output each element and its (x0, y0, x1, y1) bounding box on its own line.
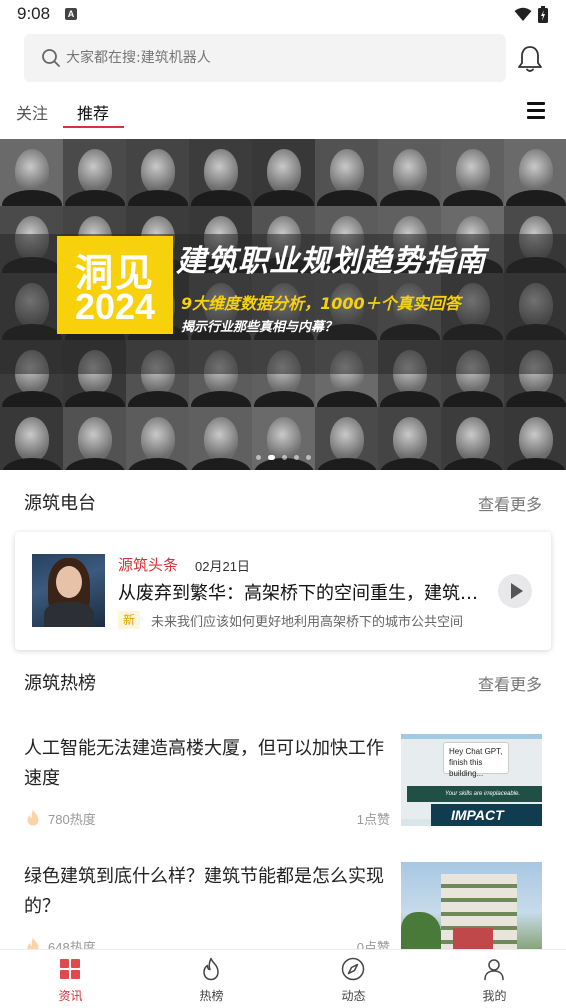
search-input[interactable] (66, 34, 486, 82)
radio-section-header: 源筑电台 查看更多 (0, 489, 566, 519)
banner-logo-year: 2024 (74, 286, 156, 327)
article-title: 人工智能无法建造高楼大厦，但可以加快工作速度 (24, 738, 384, 789)
pagination-dot[interactable] (305, 455, 311, 460)
radio-description: 未来我们应该如何更好地利用高架桥下的城市公共空间 (151, 615, 464, 630)
portrait-tile (126, 139, 189, 206)
battery-icon (538, 6, 548, 23)
banner-tagline: 揭示行业那些真相与内幕？ (181, 320, 338, 335)
article-heat: 780热度 (48, 812, 96, 827)
portrait-tile (189, 139, 252, 206)
article-thumbnail (401, 862, 542, 954)
article-item[interactable]: 绿色建筑到底什么样？建筑节能都是怎么实现的？ 648热度 0点赞 (0, 862, 566, 962)
nav-item-profile[interactable]: 我的 (424, 950, 565, 1008)
news-grid-icon (60, 959, 80, 979)
section-title: 源筑热榜 (24, 673, 96, 694)
nav-item-feed[interactable]: 动态 (283, 950, 424, 1008)
article-likes: 1点赞 (356, 812, 390, 827)
notification-bell-icon[interactable] (514, 43, 546, 75)
banner-logo: 洞见 2024 (57, 236, 173, 334)
status-bar: 9:08 A (0, 0, 566, 30)
portrait-tile (0, 139, 63, 206)
see-more-link[interactable]: 查看更多 (478, 491, 542, 515)
portrait-tile (252, 407, 315, 470)
see-more-link[interactable]: 查看更多 (478, 671, 542, 695)
pagination-dot[interactable] (281, 455, 287, 460)
nav-label: 动态 (341, 989, 366, 1003)
thumbnail-bubble-text: Hey Chat GPT, finish this building... (443, 742, 509, 778)
radio-thumbnail (32, 554, 105, 627)
portrait-tile (189, 407, 252, 470)
play-icon[interactable] (498, 574, 532, 608)
radio-title: 从废弃到繁华：高架桥下的空间重生，建筑师们的创意实践 (118, 583, 493, 604)
bottom-navigation: 资讯 热榜 动态 我的 (0, 949, 566, 1008)
nav-label: 资讯 (58, 989, 83, 1003)
portrait-tile (315, 407, 378, 470)
person-icon (484, 959, 504, 981)
portrait-tile (0, 407, 63, 470)
flame-icon (27, 809, 39, 826)
radio-source: 源筑头条 (118, 556, 179, 574)
flame-icon (203, 957, 219, 981)
status-indicators (514, 6, 548, 23)
portrait-tile (378, 407, 441, 470)
nav-item-news[interactable]: 资讯 (0, 950, 141, 1008)
portrait-tile (252, 139, 315, 206)
pagination-dot[interactable] (267, 455, 275, 460)
banner-title: 建筑职业规划趋势指南 (176, 244, 486, 279)
portrait-tile (315, 139, 378, 206)
portrait-tile (126, 407, 189, 470)
portrait-tile (441, 407, 504, 470)
search-icon (42, 49, 60, 67)
portrait-tile (63, 139, 126, 206)
radio-card[interactable]: 源筑头条 02月21日 从废弃到繁华：高架桥下的空间重生，建筑师们的创意实践 新… (15, 532, 551, 650)
article-item[interactable]: 人工智能无法建造高楼大厦，但可以加快工作速度 780热度 1点赞 Hey Cha… (0, 734, 566, 834)
article-thumbnail: Hey Chat GPT, finish this building... Yo… (401, 734, 542, 826)
pagination-dot[interactable] (293, 455, 299, 460)
thumbnail-strip-text: Your skills are irreplaceable. (407, 786, 542, 802)
tab-follow[interactable]: 关注 (16, 100, 48, 124)
nav-label: 热榜 (199, 989, 224, 1003)
portrait-tile (504, 139, 566, 206)
pagination-dot[interactable] (255, 455, 261, 460)
section-title: 源筑电台 (24, 493, 96, 514)
search-box[interactable] (24, 34, 506, 82)
article-title: 绿色建筑到底什么样？建筑节能都是怎么实现的？ (24, 866, 384, 917)
portrait-tile (63, 407, 126, 470)
banner-subtitle: 9大维度数据分析，1000＋个真实回答 (181, 294, 461, 313)
banner-pagination (0, 455, 566, 460)
status-time: 9:08 (17, 4, 51, 23)
nav-item-hot[interactable]: 热榜 (141, 950, 282, 1008)
compass-icon (341, 957, 365, 981)
radio-date: 02月21日 (195, 559, 250, 574)
hot-section-header: 源筑热榜 查看更多 (0, 669, 566, 699)
portrait-tile (504, 407, 566, 470)
portrait-tile (378, 139, 441, 206)
wifi-icon (514, 7, 532, 21)
search-row (0, 34, 566, 84)
active-tab-indicator (63, 126, 124, 128)
nav-label: 我的 (482, 989, 507, 1003)
portrait-tile (441, 139, 504, 206)
thumbnail-brand-text: IMPACT (431, 804, 542, 826)
article-meta: 780热度 1点赞 (24, 808, 390, 828)
new-badge: 新 (118, 611, 140, 629)
notification-app-icon: A (65, 8, 77, 20)
feed-tabs: 关注 推荐 (0, 94, 566, 130)
tab-recommend[interactable]: 推荐 (77, 100, 109, 124)
menu-icon[interactable] (527, 102, 545, 119)
